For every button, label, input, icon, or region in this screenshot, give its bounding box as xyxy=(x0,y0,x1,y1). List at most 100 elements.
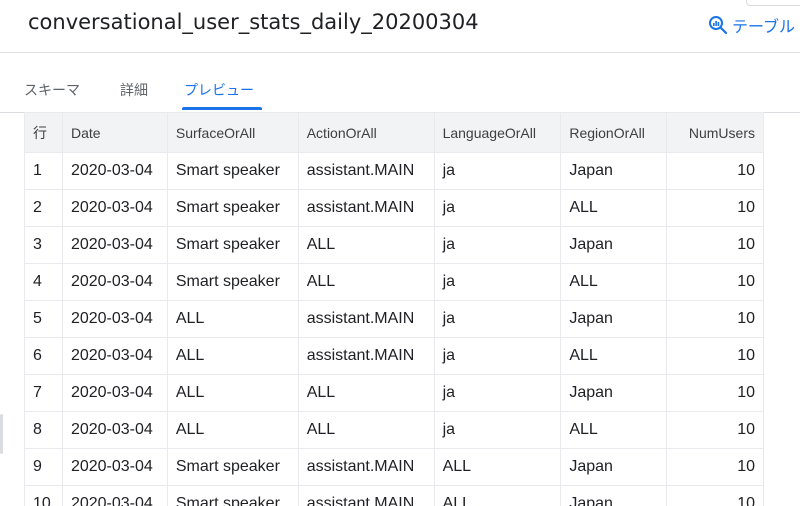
table-cell: Japan xyxy=(560,152,668,190)
table-row: 3 2020-03-04 Smart speaker ALL ja Japan 10 xyxy=(24,226,764,264)
table-cell: 10 xyxy=(666,152,764,190)
table-cell: ja xyxy=(433,152,562,190)
tab-details[interactable]: 詳細 xyxy=(120,80,148,100)
preview-table: 行 Date SurfaceOrAll ActionOrAll LanguageOrAl… xyxy=(24,112,764,506)
resize-handle[interactable] xyxy=(0,414,3,454)
table-row: 4 2020-03-04 Smart speaker ALL ja ALL 10 xyxy=(24,263,764,301)
table-cell: Smart speaker xyxy=(166,448,299,486)
table-cell: 10 xyxy=(666,374,764,412)
row-number-cell: 10 xyxy=(24,485,63,506)
row-number-cell: 9 xyxy=(24,448,63,486)
table-cell: 10 xyxy=(666,485,764,506)
column-header: Date xyxy=(61,112,168,153)
table-cell: ALL xyxy=(433,448,562,486)
table-cell: Japan xyxy=(560,226,668,264)
table-cell: Japan xyxy=(560,485,668,506)
corner-control[interactable] xyxy=(746,0,800,6)
table-cell: 2020-03-04 xyxy=(61,300,168,338)
table-cell: 10 xyxy=(666,263,764,301)
table-row: 1 2020-03-04 Smart speaker assistant.MAIN ja… xyxy=(24,152,764,190)
table-cell: 10 xyxy=(666,337,764,375)
row-number-cell: 4 xyxy=(24,263,63,301)
table-header-row: 行 Date SurfaceOrAll ActionOrAll LanguageOrAl… xyxy=(24,112,764,153)
table-cell: 2020-03-04 xyxy=(61,189,168,227)
table-cell: 2020-03-04 xyxy=(61,337,168,375)
table-cell: ja xyxy=(433,300,562,338)
tab-schema[interactable]: スキーマ xyxy=(24,80,80,100)
table-cell: Smart speaker xyxy=(166,485,299,506)
table-cell: Smart speaker xyxy=(166,189,299,227)
table-cell: Japan xyxy=(560,374,668,412)
table-row: 7 2020-03-04 ALL ALL ja Japan 10 xyxy=(24,374,764,412)
table-cell: 2020-03-04 xyxy=(61,263,168,301)
table-row: 6 2020-03-04 ALL assistant.MAIN ja ALL 10 xyxy=(24,337,764,375)
table-cell: ja xyxy=(433,337,562,375)
tab-bar: スキーマ 詳細 プレビュー xyxy=(0,52,800,113)
row-number-cell: 6 xyxy=(24,337,63,375)
column-header: 行 xyxy=(24,112,63,153)
table-cell: Japan xyxy=(560,448,668,486)
table-cell: ALL xyxy=(297,263,435,301)
table-cell: 2020-03-04 xyxy=(61,411,168,449)
table-cell: ja xyxy=(433,189,562,227)
table-cell: 10 xyxy=(666,448,764,486)
table-cell: ALL xyxy=(560,263,668,301)
table-row: 8 2020-03-04 ALL ALL ja ALL 10 xyxy=(24,411,764,449)
preview-table-container: 行 Date SurfaceOrAll ActionOrAll LanguageOrAl… xyxy=(24,112,764,506)
table-row: 2 2020-03-04 Smart speaker assistant.MAIN ja… xyxy=(24,189,764,227)
table-cell: 10 xyxy=(666,411,764,449)
query-table-button[interactable]: テーブル xyxy=(708,12,795,38)
table-cell: ALL xyxy=(166,374,299,412)
table-cell: ALL xyxy=(297,226,435,264)
table-cell: ja xyxy=(433,374,562,412)
table-cell: Smart speaker xyxy=(166,226,299,264)
table-cell: assistant.MAIN xyxy=(297,300,435,338)
table-search-icon xyxy=(709,16,728,35)
table-cell: 2020-03-04 xyxy=(61,152,168,190)
column-header: LanguageOrAll xyxy=(433,112,562,153)
row-number-cell: 2 xyxy=(24,189,63,227)
table-cell: assistant.MAIN xyxy=(297,189,435,227)
row-number-cell: 3 xyxy=(24,226,63,264)
table-cell: 2020-03-04 xyxy=(61,448,168,486)
table-cell: 10 xyxy=(666,300,764,338)
column-header: ActionOrAll xyxy=(297,112,435,153)
table-cell: ja xyxy=(433,263,562,301)
table-cell: assistant.MAIN xyxy=(297,485,435,506)
top-bar: conversational_user_stats_daily_20200304… xyxy=(0,0,800,53)
table-cell: 10 xyxy=(666,226,764,264)
page-title: conversational_user_stats_daily_20200304 xyxy=(28,10,479,34)
column-header: SurfaceOrAll xyxy=(166,112,299,153)
table-cell: ALL xyxy=(433,485,562,506)
table-row: 9 2020-03-04 Smart speaker assistant.MAIN AL… xyxy=(24,448,764,486)
table-cell: ALL xyxy=(297,411,435,449)
query-table-label: テーブル xyxy=(732,17,796,36)
table-cell: 2020-03-04 xyxy=(61,485,168,506)
table-cell: Smart speaker xyxy=(166,263,299,301)
table-cell: ja xyxy=(433,411,562,449)
table-cell: ALL xyxy=(560,189,668,227)
tab-preview[interactable]: プレビュー xyxy=(184,80,254,100)
table-cell: ALL xyxy=(560,337,668,375)
row-number-cell: 7 xyxy=(24,374,63,412)
table-cell: ALL xyxy=(166,300,299,338)
table-row: 10 2020-03-04 Smart speaker assistant.MAIN A… xyxy=(24,485,764,506)
column-header: RegionOrAll xyxy=(560,112,668,153)
row-number-cell: 1 xyxy=(24,152,63,190)
table-cell: 2020-03-04 xyxy=(61,226,168,264)
table-cell: ALL xyxy=(166,411,299,449)
row-number-cell: 8 xyxy=(24,411,63,449)
table-cell: ja xyxy=(433,226,562,264)
column-header: NumUsers xyxy=(666,112,764,153)
row-number-cell: 5 xyxy=(24,300,63,338)
table-cell: 10 xyxy=(666,189,764,227)
table-cell: assistant.MAIN xyxy=(297,448,435,486)
table-cell: Japan xyxy=(560,300,668,338)
active-tab-indicator xyxy=(182,107,262,110)
table-cell: ALL xyxy=(297,374,435,412)
table-cell: ALL xyxy=(166,337,299,375)
table-row: 5 2020-03-04 ALL assistant.MAIN ja Japan 10 xyxy=(24,300,764,338)
table-cell: ALL xyxy=(560,411,668,449)
table-cell: 2020-03-04 xyxy=(61,374,168,412)
table-cell: Smart speaker xyxy=(166,152,299,190)
